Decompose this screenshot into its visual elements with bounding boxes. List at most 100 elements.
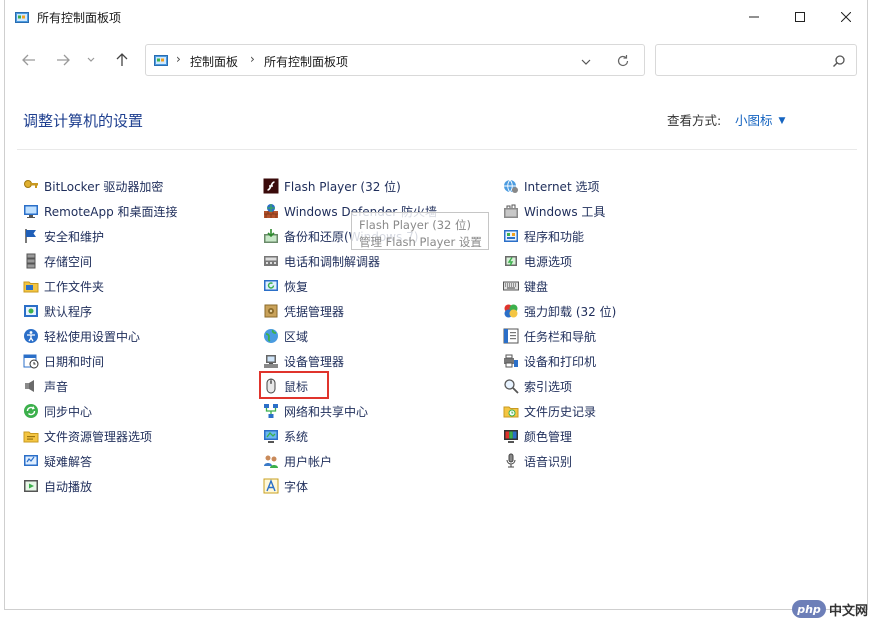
item-power-uninstall[interactable]: 强力卸载 (32 位) xyxy=(503,301,616,321)
breadcrumb-control-panel[interactable]: 控制面板 xyxy=(190,53,238,70)
up-button[interactable] xyxy=(108,46,136,74)
item-label: 轻松使用设置中心 xyxy=(44,329,141,344)
font-icon xyxy=(263,478,279,494)
item-label: 系统 xyxy=(284,429,309,444)
item-date-time[interactable]: 日期和时间 xyxy=(23,351,104,371)
item-label: 颜色管理 xyxy=(524,429,573,444)
folder-icon xyxy=(23,278,39,294)
breadcrumb-separator-icon[interactable]: › xyxy=(250,52,255,66)
maximize-button[interactable] xyxy=(777,0,823,34)
item-label: 区域 xyxy=(284,329,309,344)
title-bar: 所有控制面板项 xyxy=(5,0,867,34)
watermark: php 中文网 xyxy=(792,598,874,620)
item-work-folders[interactable]: 工作文件夹 xyxy=(23,276,104,296)
item-label: 电话和调制解调器 xyxy=(284,254,381,269)
item-file-explorer-options[interactable]: 文件资源管理器选项 xyxy=(23,426,152,446)
item-sync-center[interactable]: 同步中心 xyxy=(23,401,92,421)
item-label: 强力卸载 (32 位) xyxy=(524,304,617,319)
search-icon xyxy=(832,53,846,72)
view-by-dropdown[interactable]: 小图标 ▼ xyxy=(735,110,785,129)
item-flash-player[interactable]: Flash Player (32 位) xyxy=(263,176,401,196)
item-sound[interactable]: 声音 xyxy=(23,376,68,396)
item-phone-modem[interactable]: 电话和调制解调器 xyxy=(263,251,380,271)
item-file-history[interactable]: 文件历史记录 xyxy=(503,401,596,421)
autoplay-icon xyxy=(23,478,39,494)
indexing-icon xyxy=(503,378,519,394)
item-security-maintenance[interactable]: 安全和维护 xyxy=(23,226,104,246)
minimize-button[interactable] xyxy=(731,0,777,34)
breadcrumb-separator-icon[interactable]: › xyxy=(176,52,181,66)
item-devices-printers[interactable]: 设备和打印机 xyxy=(503,351,596,371)
item-system[interactable]: 系统 xyxy=(263,426,308,446)
control-panel-icon xyxy=(154,53,168,67)
control-panel-window: 所有控制面板项 › 控制面板 › 所有控制面板项 调整计算机的设置 查看方式: … xyxy=(4,0,868,610)
item-label: 安全和维护 xyxy=(44,229,105,244)
item-bitlocker[interactable]: BitLocker 驱动器加密 xyxy=(23,176,163,196)
item-device-manager[interactable]: 设备管理器 xyxy=(263,351,344,371)
window-title: 所有控制面板项 xyxy=(37,11,122,25)
item-keyboard[interactable]: 键盘 xyxy=(503,276,548,296)
watermark-text: 中文网 xyxy=(829,603,869,619)
forward-button[interactable] xyxy=(49,46,77,74)
item-color-management[interactable]: 颜色管理 xyxy=(503,426,572,446)
item-credential-manager[interactable]: 凭据管理器 xyxy=(263,301,344,321)
arrow-left-icon xyxy=(22,54,35,66)
highlight-box xyxy=(259,371,329,399)
flash-icon xyxy=(263,178,279,194)
tooltip-title: Flash Player (32 位) xyxy=(359,218,471,232)
item-power-options[interactable]: 电源选项 xyxy=(503,251,572,271)
remote-desktop-icon xyxy=(23,203,39,219)
item-label: 文件历史记录 xyxy=(524,404,597,419)
recent-locations-button[interactable] xyxy=(81,46,101,74)
breadcrumb-all-items[interactable]: 所有控制面板项 xyxy=(264,53,348,70)
view-by-value: 小图标 xyxy=(735,113,773,128)
item-speech-recognition[interactable]: 语音识别 xyxy=(503,451,572,471)
item-ease-of-access[interactable]: 轻松使用设置中心 xyxy=(23,326,140,346)
device-manager-icon xyxy=(263,353,279,369)
flag-icon xyxy=(23,228,39,244)
item-indexing-options[interactable]: 索引选项 xyxy=(503,376,572,396)
item-programs-features[interactable]: 程序和功能 xyxy=(503,226,584,246)
item-network-sharing[interactable]: 网络和共享中心 xyxy=(263,401,368,421)
item-label: RemoteApp 和桌面连接 xyxy=(44,204,178,219)
address-bar[interactable]: › 控制面板 › 所有控制面板项 xyxy=(145,44,645,76)
calendar-clock-icon xyxy=(23,353,39,369)
item-user-accounts[interactable]: 用户帐户 xyxy=(263,451,332,471)
item-label: Flash Player (32 位) xyxy=(284,179,401,194)
item-label: 用户帐户 xyxy=(284,454,333,469)
item-label: 工作文件夹 xyxy=(44,279,105,294)
item-default-programs[interactable]: 默认程序 xyxy=(23,301,92,321)
page-title: 调整计算机的设置 xyxy=(23,112,144,130)
item-fonts[interactable]: 字体 xyxy=(263,476,308,496)
item-label: 字体 xyxy=(284,479,309,494)
network-icon xyxy=(263,403,279,419)
item-taskbar-navigation[interactable]: 任务栏和导航 xyxy=(503,326,596,346)
color-management-icon xyxy=(503,428,519,444)
arrow-right-icon xyxy=(57,54,70,66)
item-label: 同步中心 xyxy=(44,404,93,419)
item-autoplay[interactable]: 自动播放 xyxy=(23,476,92,496)
item-label: 设备和打印机 xyxy=(524,354,597,369)
item-storage-spaces[interactable]: 存储空间 xyxy=(23,251,92,271)
close-button[interactable] xyxy=(823,0,869,34)
backup-icon xyxy=(263,228,279,244)
item-internet-options[interactable]: Internet 选项 xyxy=(503,176,599,196)
internet-options-icon xyxy=(503,178,519,194)
folder-options-icon xyxy=(23,428,39,444)
item-windows-tools[interactable]: Windows 工具 xyxy=(503,201,605,221)
item-troubleshooting[interactable]: 疑难解答 xyxy=(23,451,92,471)
address-history-button[interactable] xyxy=(580,53,592,72)
refresh-button[interactable] xyxy=(616,53,630,72)
back-button[interactable] xyxy=(15,46,43,74)
item-recovery[interactable]: 恢复 xyxy=(263,276,308,296)
taskbar-icon xyxy=(503,328,519,344)
search-input[interactable] xyxy=(655,44,857,76)
speaker-icon xyxy=(23,378,39,394)
chevron-down-icon xyxy=(87,57,95,62)
item-label: 任务栏和导航 xyxy=(524,329,597,344)
item-label: 索引选项 xyxy=(524,379,573,394)
item-region[interactable]: 区域 xyxy=(263,326,308,346)
item-label: 电源选项 xyxy=(524,254,573,269)
item-remoteapp[interactable]: RemoteApp 和桌面连接 xyxy=(23,201,178,221)
watermark-logo: php xyxy=(792,600,826,618)
